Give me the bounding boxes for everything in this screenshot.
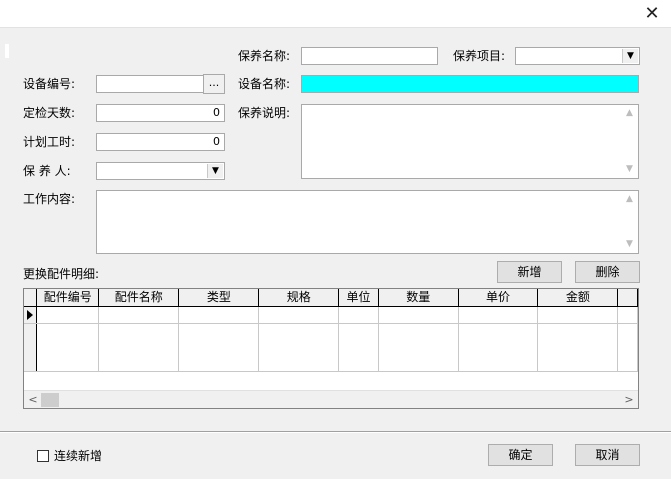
- title-bar: ✕: [0, 0, 671, 28]
- chevron-down-icon[interactable]: ▼: [622, 49, 638, 63]
- cell[interactable]: [378, 306, 459, 324]
- check-days-input[interactable]: 0: [96, 104, 225, 122]
- maint-name-input[interactable]: [301, 47, 438, 65]
- footer-divider: [0, 431, 671, 433]
- cell[interactable]: [178, 323, 260, 372]
- plan-hours-input[interactable]: 0: [96, 133, 225, 151]
- cell[interactable]: [458, 306, 539, 324]
- col-header[interactable]: 类型: [178, 289, 260, 307]
- scroll-down-icon[interactable]: ▼: [621, 236, 638, 253]
- device-name-input[interactable]: [301, 75, 639, 93]
- chevron-down-icon[interactable]: ▼: [207, 164, 223, 178]
- col-header[interactable]: 单位: [338, 289, 379, 307]
- col-header[interactable]: 配件名称: [98, 289, 180, 307]
- scroll-up-icon[interactable]: ▲: [621, 105, 638, 122]
- scroll-up-icon[interactable]: ▲: [621, 191, 638, 208]
- scroll-thumb[interactable]: [41, 393, 59, 407]
- col-header[interactable]: 金额: [537, 289, 619, 307]
- grid-horizontal-scrollbar[interactable]: < >: [24, 390, 638, 408]
- cell[interactable]: [378, 323, 459, 372]
- cell[interactable]: [98, 323, 180, 372]
- device-name-label: 设备名称:: [238, 77, 291, 91]
- maint-desc-label: 保养说明:: [238, 106, 291, 120]
- maintainer-select[interactable]: ▼: [96, 162, 225, 180]
- cell[interactable]: [178, 306, 260, 324]
- maint-item-select[interactable]: ▼: [515, 47, 640, 65]
- cell[interactable]: [338, 306, 379, 324]
- continue-add-label[interactable]: 连续新增: [54, 447, 102, 465]
- cell[interactable]: [258, 323, 340, 372]
- scroll-right-icon[interactable]: >: [622, 391, 636, 409]
- col-header[interactable]: 单价: [458, 289, 539, 307]
- col-header[interactable]: 规格: [258, 289, 340, 307]
- work-content-scrollbar[interactable]: ▲ ▼: [621, 191, 638, 253]
- cell[interactable]: [338, 323, 379, 372]
- plan-hours-label: 计划工时:: [23, 135, 76, 149]
- current-row-icon: [27, 309, 33, 320]
- work-content-label: 工作内容:: [23, 192, 76, 206]
- parts-table: 配件编号 配件名称 类型 规格 单位 数量 单价 金额: [24, 289, 638, 372]
- close-icon[interactable]: ✕: [641, 3, 663, 25]
- row-indicator: [24, 323, 38, 372]
- maintainer-label: 保 养 人:: [23, 164, 71, 178]
- col-header[interactable]: 数量: [378, 289, 459, 307]
- delete-part-button[interactable]: 删除: [575, 261, 640, 283]
- col-header-filler: [617, 289, 638, 307]
- scroll-left-icon[interactable]: <: [26, 391, 40, 409]
- add-part-button[interactable]: 新增: [497, 261, 562, 283]
- row-indicator: [24, 306, 38, 324]
- device-code-input[interactable]: [96, 75, 204, 93]
- cell[interactable]: [98, 306, 180, 324]
- focus-marker: [5, 44, 9, 58]
- cell[interactable]: [617, 306, 638, 324]
- ok-button[interactable]: 确定: [488, 444, 553, 466]
- cell[interactable]: [258, 306, 340, 324]
- cell[interactable]: [458, 323, 539, 372]
- cell[interactable]: [617, 323, 638, 372]
- table-row[interactable]: [24, 306, 638, 324]
- device-code-label: 设备编号:: [23, 77, 76, 91]
- cell[interactable]: [537, 306, 619, 324]
- check-days-label: 定检天数:: [23, 106, 76, 120]
- col-header[interactable]: 配件编号: [36, 289, 100, 307]
- grid-corner: [24, 289, 38, 307]
- maint-desc-textarea[interactable]: ▲ ▼: [301, 104, 639, 179]
- maint-desc-scrollbar[interactable]: ▲ ▼: [621, 105, 638, 178]
- scroll-down-icon[interactable]: ▼: [621, 161, 638, 178]
- parts-section-label: 更换配件明细:: [23, 267, 100, 281]
- maint-name-label: 保养名称:: [238, 49, 291, 63]
- cell[interactable]: [36, 306, 100, 324]
- work-content-textarea[interactable]: ▲ ▼: [96, 190, 639, 254]
- cell[interactable]: [537, 323, 619, 372]
- maint-item-label: 保养项目:: [453, 49, 506, 63]
- table-row[interactable]: [24, 323, 638, 372]
- continue-add-checkbox[interactable]: [37, 450, 49, 462]
- cancel-button[interactable]: 取消: [575, 444, 640, 466]
- cell[interactable]: [36, 323, 100, 372]
- device-browse-button[interactable]: ...: [203, 74, 225, 94]
